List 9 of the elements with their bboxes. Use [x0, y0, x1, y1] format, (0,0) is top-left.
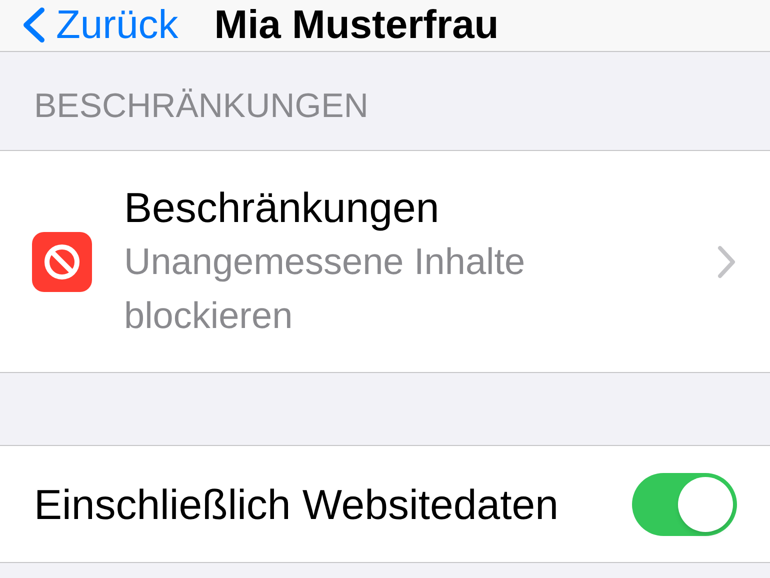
restrictions-icon: [32, 232, 92, 292]
restrictions-cell[interactable]: Beschränkungen Unangemessene Inhalte blockieren: [0, 150, 770, 373]
section-header: BESCHRÄNKUNGEN: [34, 86, 368, 126]
cell-subtitle: Unangemessene Inhalte blockieren: [124, 240, 526, 338]
chevron-right-icon: [716, 244, 736, 278]
nav-title: Mia Musterfrau: [214, 2, 499, 48]
toggle-label: Einschließlich Websitedaten: [34, 480, 558, 530]
back-button[interactable]: Zurück: [20, 2, 178, 48]
cell-title: Beschränkungen: [124, 182, 440, 233]
